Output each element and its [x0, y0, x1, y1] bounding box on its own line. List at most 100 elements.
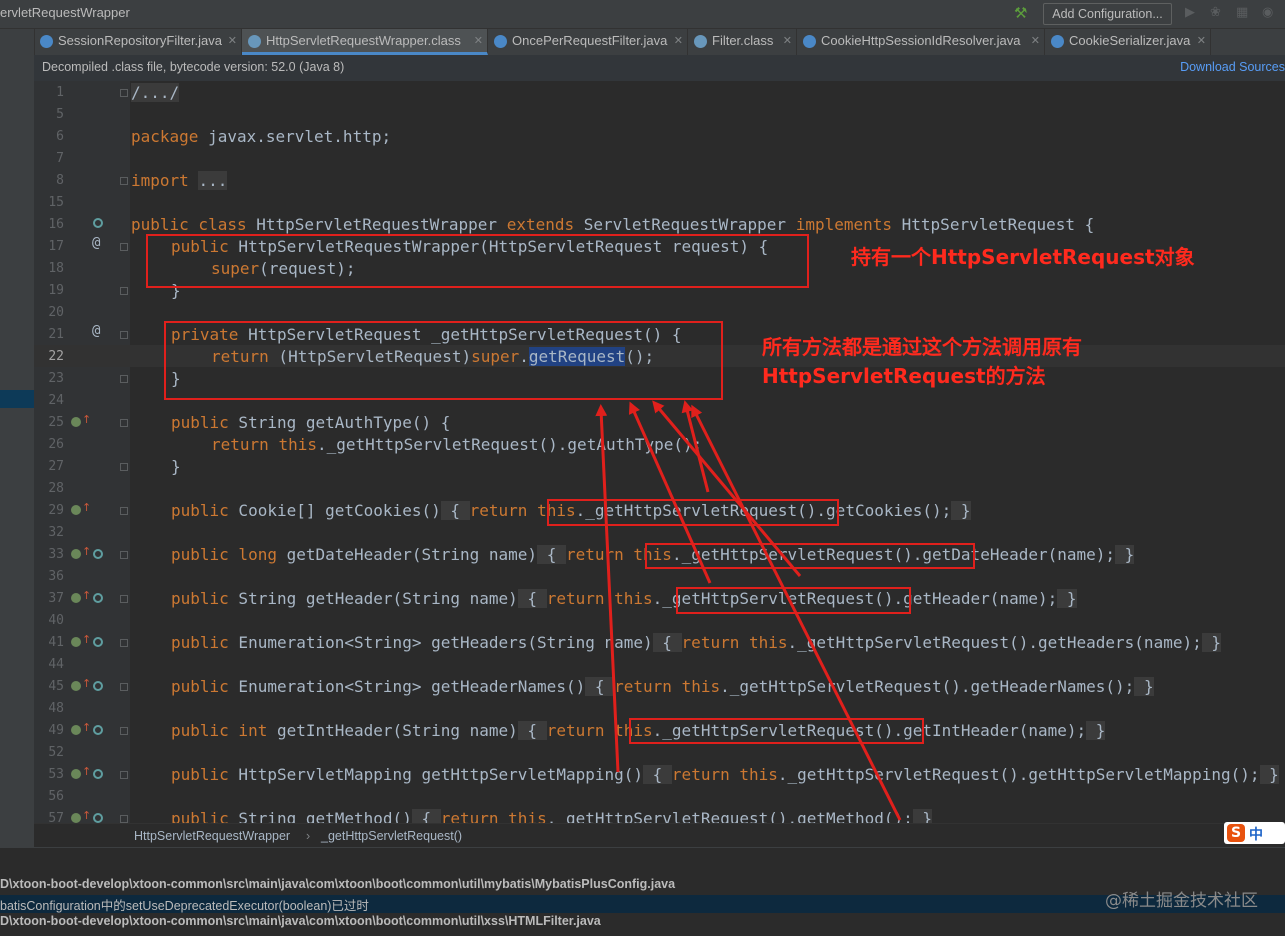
keyword: this: [739, 765, 778, 784]
line-number: 49: [48, 723, 64, 738]
fold-marker[interactable]: [120, 89, 128, 97]
close-icon[interactable]: ✕: [474, 29, 483, 53]
line-number: 57: [48, 811, 64, 823]
problem-file-path[interactable]: D\xtoon-boot-develop\xtoon-common\src\ma…: [0, 877, 675, 891]
overrides-method-icon[interactable]: [71, 681, 81, 691]
code-line: public String getMethod() { return this.…: [171, 808, 933, 823]
fold-marker[interactable]: [120, 771, 128, 779]
overrides-method-icon[interactable]: [71, 637, 81, 647]
override-arrow-icon: ↑: [82, 545, 92, 558]
code-text: HttpServletRequestWrapper: [246, 215, 507, 234]
code-editor[interactable]: 1 5 6 7 8 15 16 17 18 19 20 21 22 23 24 …: [34, 81, 1285, 823]
breadcrumb-method[interactable]: _getHttpServletRequest(): [321, 829, 462, 843]
add-configuration-button[interactable]: Add Configuration...: [1043, 3, 1172, 25]
tab-filter[interactable]: Filter.class ✕: [688, 29, 797, 55]
line-number: 26: [48, 437, 64, 452]
java-class-icon: [494, 35, 507, 48]
overrides-method-icon[interactable]: [71, 769, 81, 779]
problem-file-path[interactable]: D\xtoon-boot-develop\xtoon-common\src\ma…: [0, 914, 601, 928]
line-number: 8: [56, 173, 64, 188]
fold-marker[interactable]: [120, 287, 128, 295]
keyword: return: [469, 501, 528, 520]
java-class-icon: [40, 35, 53, 48]
close-icon[interactable]: ✕: [1031, 29, 1040, 53]
keyword: return: [546, 721, 605, 740]
overrides-method-icon[interactable]: [71, 813, 81, 823]
code-text: ._getHttpServletRequest().getHeaderNames…: [720, 677, 1135, 696]
ime-indicator[interactable]: S 中: [1224, 822, 1285, 844]
code-line: return this._getHttpServletRequest().get…: [211, 434, 702, 456]
tab-session-repository-filter[interactable]: SessionRepositoryFilter.java ✕: [34, 29, 242, 55]
tab-label: Filter.class: [712, 33, 774, 48]
overrides-method-icon[interactable]: [71, 417, 81, 427]
breadcrumb-class[interactable]: HttpServletRequestWrapper: [134, 829, 290, 843]
tab-once-per-request-filter[interactable]: OncePerRequestFilter.java ✕: [488, 29, 688, 55]
fold-marker[interactable]: [120, 375, 128, 383]
fold-marker[interactable]: [120, 243, 128, 251]
fold-marker[interactable]: [120, 595, 128, 603]
line-number: 17: [48, 239, 64, 254]
implemented-method-icon[interactable]: [93, 725, 103, 735]
download-sources-link[interactable]: Download Sources: [1180, 60, 1285, 74]
implemented-method-icon[interactable]: [93, 813, 103, 823]
fold-marker[interactable]: [120, 507, 128, 515]
tab-label: SessionRepositoryFilter.java: [58, 33, 223, 48]
tab-cookie-serializer[interactable]: CookieSerializer.java ✕: [1045, 29, 1211, 55]
override-arrow-icon: ↑: [82, 809, 92, 822]
implemented-method-icon[interactable]: [93, 218, 103, 228]
bottom-tool-window: D\xtoon-boot-develop\xtoon-common\src\ma…: [0, 847, 1285, 936]
implemented-method-icon[interactable]: [93, 637, 103, 647]
close-icon[interactable]: ✕: [783, 29, 792, 53]
problem-message[interactable]: batisConfiguration中的setUseDeprecatedExec…: [0, 895, 1285, 913]
run-icon[interactable]: ▶: [1185, 5, 1195, 20]
fold-marker[interactable]: [120, 815, 128, 823]
profile-icon[interactable]: ◉: [1262, 5, 1273, 20]
highlight-box-call: [629, 718, 924, 744]
line-number: 6: [56, 129, 64, 144]
override-arrow-icon: ↑: [82, 589, 92, 602]
code-text: }: [1259, 765, 1279, 784]
fold-marker[interactable]: [120, 419, 128, 427]
annotation-delegation-line2: HttpServletRequest的方法: [762, 364, 1046, 388]
folded-comment[interactable]: /.../: [131, 83, 180, 102]
debug-icon[interactable]: ❀: [1210, 5, 1221, 20]
line-number: 28: [48, 481, 64, 496]
coverage-icon[interactable]: ▦: [1236, 5, 1248, 20]
java-class-icon: [803, 35, 816, 48]
title-bar: ervletRequestWrapper ⚒ Add Configuration…: [0, 0, 1285, 29]
keyword: return: [614, 677, 672, 696]
overrides-method-icon[interactable]: [71, 505, 81, 515]
fold-marker[interactable]: [120, 727, 128, 735]
fold-marker[interactable]: [120, 683, 128, 691]
fold-marker[interactable]: [120, 177, 128, 185]
implemented-method-icon[interactable]: [93, 681, 103, 691]
implemented-method-icon[interactable]: [93, 549, 103, 559]
keyword: public int: [171, 721, 268, 740]
overrides-method-icon[interactable]: [71, 549, 81, 559]
close-icon[interactable]: ✕: [228, 29, 237, 53]
close-icon[interactable]: ✕: [674, 29, 683, 53]
fold-marker[interactable]: [120, 463, 128, 471]
code-text: {: [440, 501, 470, 520]
tab-http-servlet-request-wrapper[interactable]: HttpServletRequestWrapper.class ✕: [242, 29, 488, 55]
code-text: Enumeration<String> getHeaders(String na…: [228, 633, 653, 652]
overrides-method-icon[interactable]: [71, 593, 81, 603]
fold-marker[interactable]: [120, 551, 128, 559]
fold-marker[interactable]: [120, 639, 128, 647]
overrides-method-icon[interactable]: [71, 725, 81, 735]
window-title: ervletRequestWrapper: [0, 5, 130, 20]
code-text: Cookie[] getCookies(): [228, 501, 441, 520]
line-number: 5: [56, 107, 64, 122]
folded-imports[interactable]: ...: [198, 171, 228, 190]
tab-cookie-http-session-id-resolver[interactable]: CookieHttpSessionIdResolver.java ✕: [797, 29, 1045, 55]
code-text: }: [1134, 677, 1154, 696]
fold-marker[interactable]: [120, 331, 128, 339]
implemented-method-icon[interactable]: [93, 593, 103, 603]
implemented-method-icon[interactable]: [93, 769, 103, 779]
close-icon[interactable]: ✕: [1197, 29, 1206, 53]
hammer-icon[interactable]: ⚒: [1014, 4, 1027, 22]
